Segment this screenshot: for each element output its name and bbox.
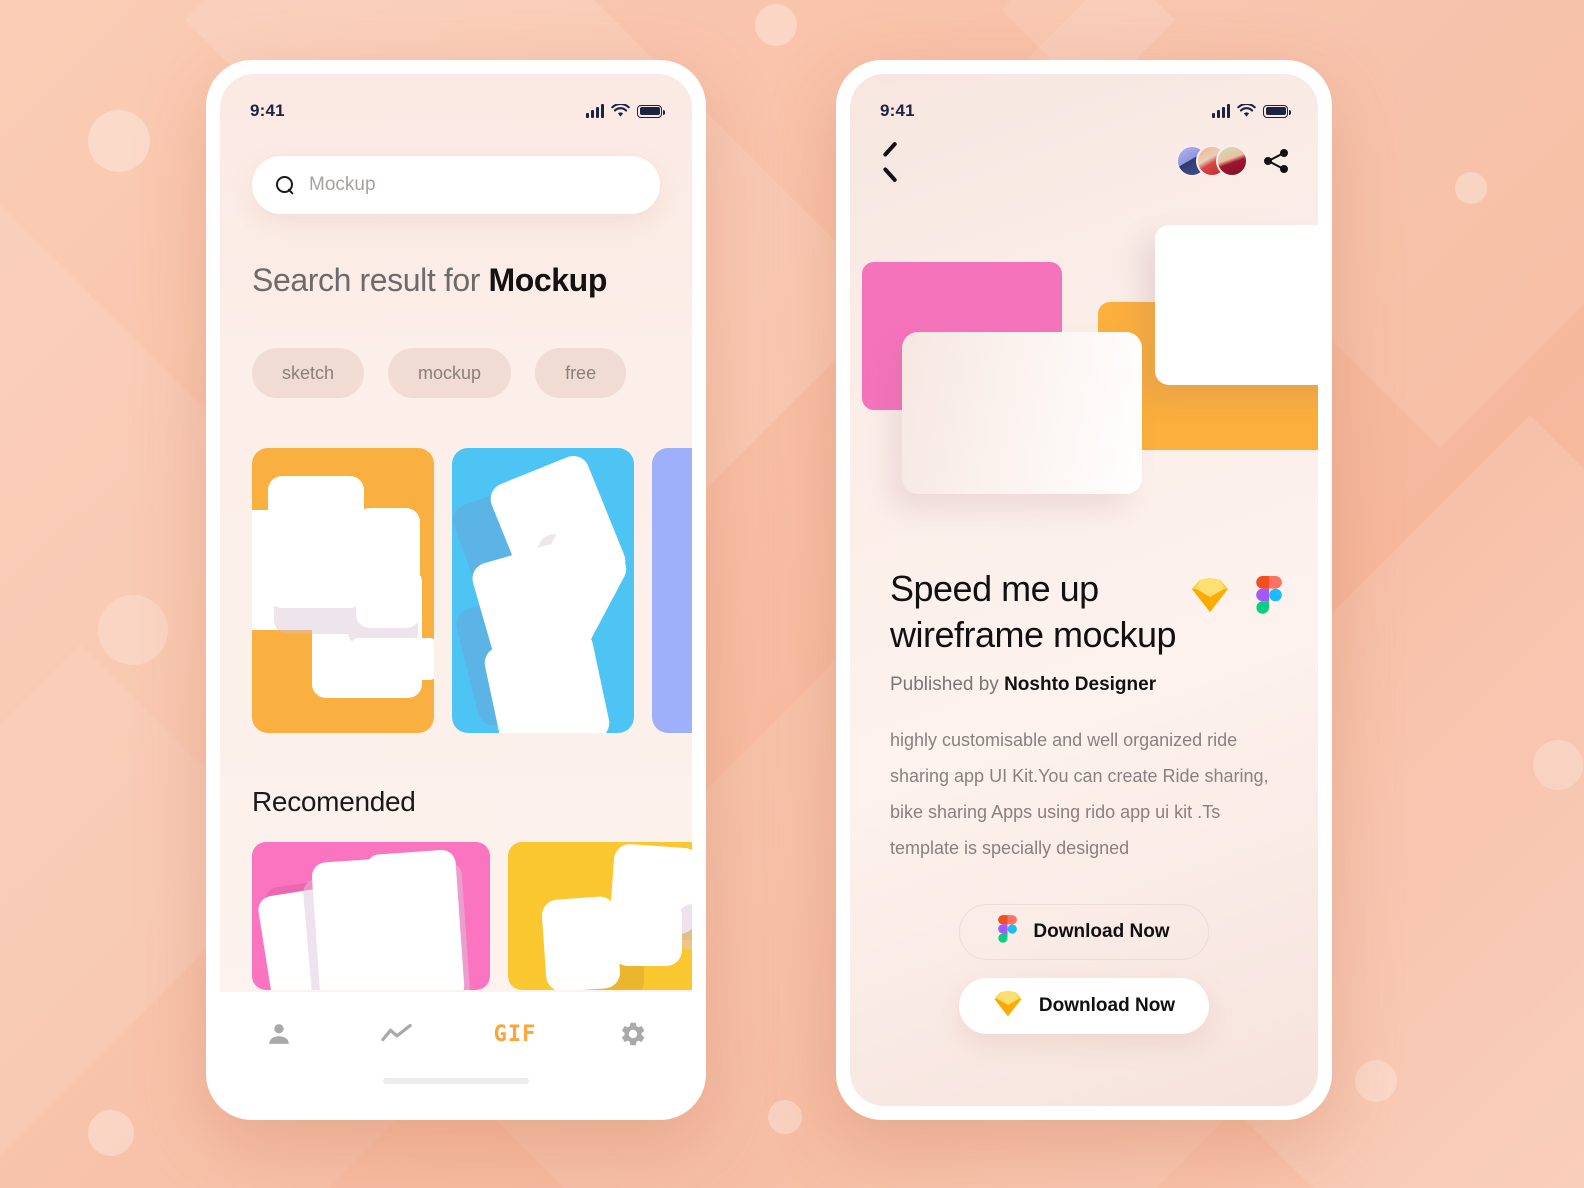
- chip-mockup[interactable]: mockup: [388, 348, 512, 398]
- published-by: Published by Noshto Designer: [890, 674, 1156, 696]
- share-icon[interactable]: [1264, 149, 1288, 173]
- wifi-icon: [611, 104, 630, 117]
- mockup-art-blue: [453, 456, 627, 733]
- bg-circle-3: [88, 1110, 134, 1156]
- mockup-art-orange: [252, 476, 434, 698]
- tab-trending[interactable]: [362, 1014, 432, 1054]
- status-icons: [1212, 103, 1291, 118]
- search-results-gallery: [252, 448, 692, 733]
- bg-circle-8: [1533, 740, 1583, 790]
- search-icon: [276, 175, 295, 195]
- avatar-group[interactable]: [1176, 145, 1248, 177]
- download-sketch-button[interactable]: Download Now: [959, 978, 1209, 1034]
- bg-circle-5: [768, 1100, 802, 1134]
- figma-icon: [1256, 576, 1282, 614]
- bg-circle-2: [98, 595, 168, 665]
- detail-title-line-2: wireframe mockup: [890, 614, 1177, 656]
- published-author[interactable]: Noshto Designer: [1004, 674, 1156, 695]
- detail-description: highly customisable and well organized r…: [890, 730, 1269, 858]
- gallery-card-periwinkle[interactable]: [652, 448, 692, 733]
- download-buttons: Download Now Download Now: [850, 904, 1318, 1034]
- phone-search-screen: 9:41 Mockup Search result for Mockup ske…: [206, 60, 706, 1120]
- person-icon: [269, 1024, 289, 1044]
- mockup-art-yellow: [541, 844, 692, 990]
- tab-profile[interactable]: [244, 1014, 314, 1054]
- chip-free[interactable]: free: [535, 348, 627, 398]
- recommended-card-yellow[interactable]: [508, 842, 692, 990]
- bg-circle-6: [1455, 172, 1487, 204]
- section-title-recommended: Recomended: [252, 786, 416, 817]
- hero-preview[interactable]: [850, 202, 1318, 532]
- mockup-art-pink: [258, 849, 470, 990]
- gallery-card-orange[interactable]: [252, 448, 434, 733]
- phone-detail-screen: 9:41 Speed me up wireframe mockup Publis…: [836, 60, 1332, 1120]
- download-sketch-label: Download Now: [1038, 995, 1176, 1016]
- canvas: 9:41 Mockup Search result for Mockup ske…: [0, 0, 1584, 1188]
- hero-shape-white-front: [902, 332, 1142, 494]
- search-input[interactable]: Mockup: [252, 156, 660, 214]
- search-input-value: Mockup: [309, 174, 376, 195]
- filter-chips: sketch mockup free: [252, 348, 672, 398]
- bg-circle-7: [1355, 1060, 1397, 1102]
- download-figma-label: Download Now: [1033, 921, 1170, 942]
- bg-circle-1: [88, 110, 150, 172]
- cellular-signal-icon: [1212, 103, 1230, 118]
- gallery-card-blue[interactable]: [452, 448, 634, 733]
- detail-title-line-1: Speed me up: [890, 568, 1099, 609]
- recommended-card-pink[interactable]: [252, 842, 490, 990]
- detail-top-bar: [880, 136, 1288, 186]
- status-time: 9:41: [250, 101, 285, 120]
- page-title: Search result for Mockup: [252, 262, 607, 299]
- sketch-icon: [993, 990, 1023, 1023]
- tab-gif-label: GIF: [493, 1021, 537, 1047]
- detail-title-row: Speed me up wireframe mockup: [890, 566, 1282, 658]
- status-icons: [586, 103, 665, 118]
- status-bar-right: 9:41: [850, 74, 1318, 132]
- home-indicator: [383, 1078, 529, 1084]
- bottom-tab-bar: GIF: [220, 992, 692, 1106]
- status-time: 9:41: [880, 101, 915, 120]
- top-bar-actions: [1176, 145, 1288, 177]
- cellular-signal-icon: [586, 103, 604, 118]
- result-query: Mockup: [488, 262, 607, 298]
- trending-line-icon: [381, 1023, 412, 1042]
- result-prefix: Search result for: [252, 262, 489, 298]
- search-bar-wrapper: Mockup: [252, 156, 660, 214]
- wifi-icon: [1237, 104, 1256, 117]
- download-figma-button[interactable]: Download Now: [959, 904, 1209, 960]
- recommended-gallery: [252, 842, 692, 990]
- hero-shape-white-top: [1155, 225, 1318, 385]
- bg-circle-4: [755, 4, 797, 46]
- detail-title: Speed me up wireframe mockup: [890, 566, 1177, 658]
- chevron-left-icon[interactable]: [880, 144, 902, 178]
- status-bar-left: 9:41: [220, 74, 692, 132]
- tab-settings[interactable]: [598, 1014, 668, 1054]
- chip-sketch[interactable]: sketch: [252, 348, 365, 398]
- tab-gif[interactable]: GIF: [480, 1014, 550, 1054]
- screen-content-left: 9:41 Mockup Search result for Mockup ske…: [220, 74, 692, 1106]
- avatar: [1216, 145, 1248, 177]
- battery-full-icon: [637, 104, 665, 118]
- gear-icon: [622, 1022, 645, 1046]
- sketch-icon: [1190, 577, 1230, 613]
- figma-icon: [998, 915, 1018, 949]
- battery-full-icon: [1263, 104, 1291, 118]
- format-icons: [1190, 566, 1282, 614]
- published-prefix: Published by: [890, 674, 1005, 695]
- screen-content-right: 9:41 Speed me up wireframe mockup Publis…: [850, 74, 1318, 1106]
